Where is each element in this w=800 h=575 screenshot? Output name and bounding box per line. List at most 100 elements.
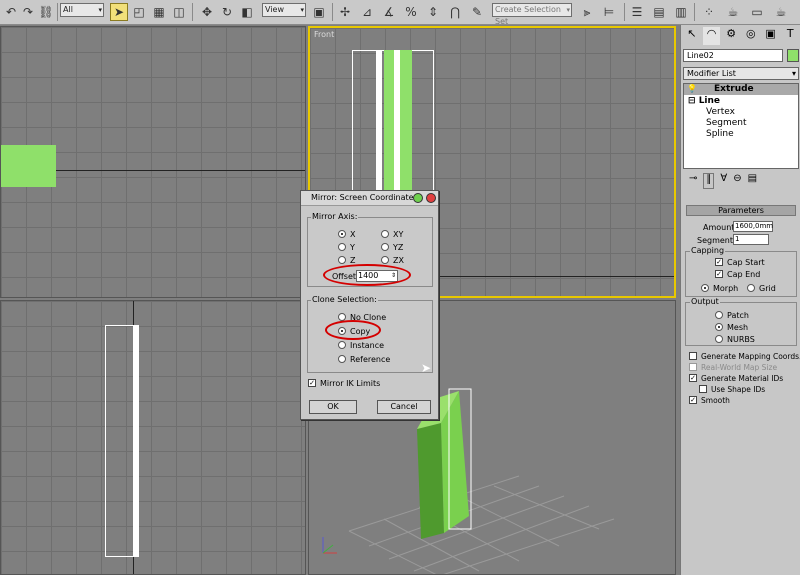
modifier-list-dropdown[interactable]: Modifier List ▾: [683, 67, 799, 80]
window-crossing-icon[interactable]: ◫: [170, 3, 188, 21]
axis-xy-radio[interactable]: [381, 230, 389, 238]
smooth-checkbox[interactable]: ✓: [689, 396, 697, 404]
hierarchy-tab-icon[interactable]: ⚙: [722, 27, 740, 45]
cap-start-checkbox[interactable]: ✓: [715, 258, 723, 266]
snap-icon[interactable]: ⊿: [358, 3, 376, 21]
command-panel-tabs: ↖ ◠ ⚙ ◎ ▣ T: [683, 27, 799, 45]
utilities-tab-icon[interactable]: T: [781, 27, 799, 45]
angle-snap-icon[interactable]: ∡: [380, 3, 398, 21]
stack-item-extrude[interactable]: Extrude: [684, 84, 798, 95]
pivot-icon[interactable]: ▣: [310, 3, 328, 21]
redo-icon[interactable]: ↷: [19, 3, 37, 21]
selection-filter-value: All: [63, 5, 73, 14]
object-color-swatch[interactable]: [787, 49, 799, 62]
morph-radio[interactable]: [701, 284, 709, 292]
chevron-down-icon: ▾: [791, 69, 796, 78]
use-shape-checkbox[interactable]: [699, 385, 707, 393]
configure-modifier-sets-icon[interactable]: ▤: [748, 173, 757, 189]
ok-button[interactable]: OK: [309, 400, 357, 414]
gen-mapping-label: Generate Mapping Coords.: [701, 352, 800, 361]
gen-material-checkbox[interactable]: ✓: [689, 374, 697, 382]
stack-item-vertex[interactable]: Vertex: [706, 107, 735, 117]
stack-item-segment[interactable]: Segment: [706, 118, 747, 128]
scene-object[interactable]: [1, 175, 15, 187]
pin-stack-icon[interactable]: ⊸: [689, 173, 697, 189]
modify-tab-icon[interactable]: ◠: [702, 27, 721, 45]
make-unique-icon[interactable]: ∀: [720, 173, 727, 189]
left-viewport[interactable]: [0, 300, 306, 575]
axis-z-radio[interactable]: [338, 256, 346, 264]
named-selection-set-input[interactable]: Create Selection Set ▾: [492, 3, 572, 26]
smooth-label: Smooth: [701, 396, 730, 405]
help-icon[interactable]: [413, 193, 423, 203]
rotate-icon[interactable]: ↻: [218, 3, 236, 21]
spinner-snap-icon[interactable]: ⇕: [424, 3, 442, 21]
segments-spinner[interactable]: 1: [733, 234, 769, 245]
schematic-icon[interactable]: ▥: [672, 3, 690, 21]
move-icon[interactable]: ✥: [198, 3, 216, 21]
select-cursor-icon[interactable]: ➤: [110, 3, 128, 21]
axis-y-radio[interactable]: [338, 243, 346, 251]
amount-spinner[interactable]: 1600,0mm: [733, 221, 773, 232]
viewport-label[interactable]: Front: [314, 30, 334, 39]
scene-object-edge: [133, 325, 139, 557]
close-icon[interactable]: [426, 193, 436, 203]
magnet-snap-icon[interactable]: ⋂: [446, 3, 464, 21]
render-icon[interactable]: ☕: [772, 3, 790, 21]
amount-value: 1600,0mm: [735, 222, 774, 230]
reference-radio[interactable]: [338, 355, 346, 363]
axis-y-label: Y: [350, 243, 355, 252]
stack-item-line[interactable]: ⊟ Line: [688, 96, 720, 106]
grid-radio[interactable]: [747, 284, 755, 292]
percent-snap-icon[interactable]: %: [402, 3, 420, 21]
lightbulb-icon[interactable]: 💡: [687, 84, 697, 93]
real-world-checkbox[interactable]: [689, 363, 697, 371]
layer-manager-icon[interactable]: ☰: [628, 3, 646, 21]
axis-zx-radio[interactable]: [381, 256, 389, 264]
clone-selection-title: Clone Selection:: [311, 295, 378, 304]
stack-item-label: Line: [698, 96, 721, 106]
render-frame-icon[interactable]: ▭: [748, 3, 766, 21]
select-name-icon[interactable]: ▦: [150, 3, 168, 21]
scene-object[interactable]: [417, 423, 444, 539]
link-icon[interactable]: ⛓: [37, 3, 55, 21]
object-name-input[interactable]: Line02: [683, 49, 783, 62]
undo-icon[interactable]: ↶: [2, 3, 20, 21]
segments-value: 1: [735, 235, 740, 243]
parameters-rollout-header[interactable]: Parameters: [686, 205, 796, 216]
reference-label: Reference: [350, 355, 391, 364]
cap-end-checkbox[interactable]: ✓: [715, 270, 723, 278]
selection-filter-select[interactable]: All ▾: [60, 3, 104, 17]
scale-icon[interactable]: ◧: [238, 3, 256, 21]
motion-tab-icon[interactable]: ◎: [742, 27, 760, 45]
instance-radio[interactable]: [338, 341, 346, 349]
edit-named-selection-icon[interactable]: ✎: [468, 3, 486, 21]
create-tab-icon[interactable]: ↖: [683, 27, 701, 45]
stack-item-label: Vertex: [706, 107, 735, 117]
perspective-grid: [348, 475, 615, 574]
gen-mapping-checkbox[interactable]: [689, 352, 697, 360]
align-icon[interactable]: ⊨: [600, 3, 618, 21]
remove-modifier-icon[interactable]: ⊖: [733, 173, 741, 189]
nurbs-radio[interactable]: [715, 335, 723, 343]
material-editor-icon[interactable]: ⁘: [700, 3, 718, 21]
select-region-icon[interactable]: ◰: [130, 3, 148, 21]
mirror-icon[interactable]: ⫸: [578, 3, 596, 21]
patch-radio[interactable]: [715, 311, 723, 319]
display-tab-icon[interactable]: ▣: [762, 27, 780, 45]
show-end-result-icon[interactable]: ∥: [703, 173, 715, 189]
top-viewport[interactable]: [0, 26, 306, 298]
mesh-radio[interactable]: [715, 323, 723, 331]
axis-x-radio[interactable]: [338, 230, 346, 238]
instance-label: Instance: [350, 341, 385, 350]
stack-item-spline[interactable]: Spline: [706, 129, 734, 139]
axis-yz-radio[interactable]: [381, 243, 389, 251]
select-manipulate-icon[interactable]: ✢: [336, 3, 354, 21]
cancel-button[interactable]: Cancel: [377, 400, 431, 414]
output-title: Output: [690, 297, 720, 306]
curve-editor-icon[interactable]: ▤: [650, 3, 668, 21]
mirror-ik-checkbox[interactable]: ✓: [308, 379, 316, 387]
reference-coordinate-select[interactable]: View ▾: [262, 3, 306, 17]
render-setup-icon[interactable]: ☕: [724, 3, 742, 21]
reference-coordinate-value: View: [265, 5, 284, 14]
